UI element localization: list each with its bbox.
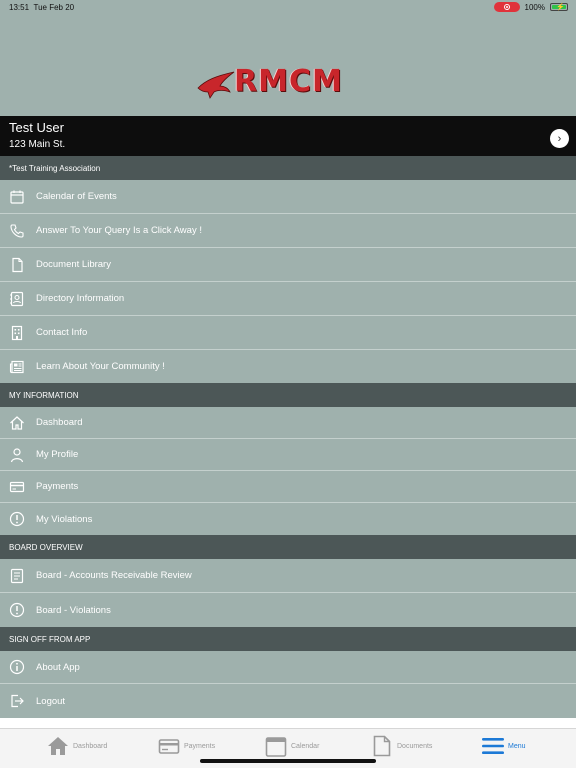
menu-item-label: Directory Information [36,293,125,304]
section-header-association: *Test Training Association [0,156,576,180]
menu-item-board-accounts-receivable[interactable]: Board - Accounts Receivable Review [0,559,576,593]
building-icon [8,324,26,342]
user-name: Test User [9,120,64,135]
tab-calendar[interactable]: Calendar [265,735,319,757]
alert-circle-icon [8,601,26,619]
menu-item-my-violations[interactable]: My Violations [0,503,576,535]
tab-menu[interactable]: Menu [482,735,526,757]
eagle-icon [197,71,235,99]
menu-item-label: Calendar of Events [36,191,117,202]
calendar-icon [8,188,26,206]
menu-item-my-profile[interactable]: My Profile [0,439,576,471]
home-icon [48,737,68,755]
battery-percent: 100% [524,2,545,12]
credit-card-icon [8,478,26,496]
menu-icon [482,738,504,754]
tab-dashboard[interactable]: Dashboard [47,735,107,757]
menu-item-label: Document Library [36,259,111,270]
menu-item-dashboard[interactable]: Dashboard [0,407,576,439]
menu-item-label: Learn About Your Community ! [36,361,165,372]
header-banner: RMCM [0,14,576,116]
contact-card-icon [8,290,26,308]
menu-item-label: My Profile [36,449,79,460]
alert-circle-icon [8,510,26,528]
content-bottom-spacer [0,718,576,728]
logo-text: RMCM [234,64,343,99]
menu-item-label: Payments [36,481,79,492]
menu-item-contact-info[interactable]: Contact Info [0,316,576,350]
menu-item-learn-community[interactable]: Learn About Your Community ! [0,350,576,383]
tab-documents[interactable]: Documents [371,735,432,757]
menu-item-calendar-of-events[interactable]: Calendar of Events [0,180,576,214]
logout-icon [8,692,26,710]
status-time: 13:51 Tue Feb 20 [9,3,75,12]
rmcm-logo: RMCM [196,64,362,102]
calendar-icon [265,737,287,757]
info-icon [8,658,26,676]
document-icon [373,735,391,757]
document-icon [8,256,26,274]
menu-item-label: Contact Info [36,327,88,338]
home-icon [8,414,26,432]
battery-icon: ⚡ [550,3,568,11]
menu-item-document-library[interactable]: Document Library [0,248,576,282]
menu-item-label: My Violations [36,513,93,525]
credit-card-icon [158,739,180,754]
user-summary[interactable]: Test User 123 Main St. [0,116,576,156]
menu-item-label: Dashboard [36,417,83,428]
section-header-sign-off: SIGN OFF FROM APP [0,627,576,651]
user-address: 123 Main St. [9,139,66,150]
menu-item-answer-query[interactable]: Answer To Your Query Is a Click Away ! [0,214,576,248]
screen-recording-icon [493,2,520,12]
menu-item-board-violations[interactable]: Board - Violations [0,593,576,627]
menu-item-label: Logout [36,695,66,707]
menu-item-label: Board - Accounts Receivable Review [36,570,192,581]
home-indicator [200,759,376,763]
menu-item-payments[interactable]: Payments [0,471,576,503]
section-header-board-overview: BOARD OVERVIEW [0,535,576,559]
menu-item-label: Answer To Your Query Is a Click Away ! [36,225,202,236]
menu-item-label: About App [36,661,80,673]
section-header-my-information: MY INFORMATION [0,383,576,407]
newspaper-icon [8,358,26,376]
tab-payments[interactable]: Payments [158,735,215,757]
phone-icon [8,222,26,240]
menu-item-label: Board - Violations [36,604,111,616]
menu-item-directory-information[interactable]: Directory Information [0,282,576,316]
menu-item-about-app[interactable]: About App [0,651,576,684]
status-bar: 13:51 Tue Feb 20 100% ⚡ [0,0,576,14]
person-icon [8,446,26,464]
ledger-icon [8,567,26,585]
chevron-right-icon[interactable]: › [550,129,569,148]
menu-item-logout[interactable]: Logout [0,684,576,718]
